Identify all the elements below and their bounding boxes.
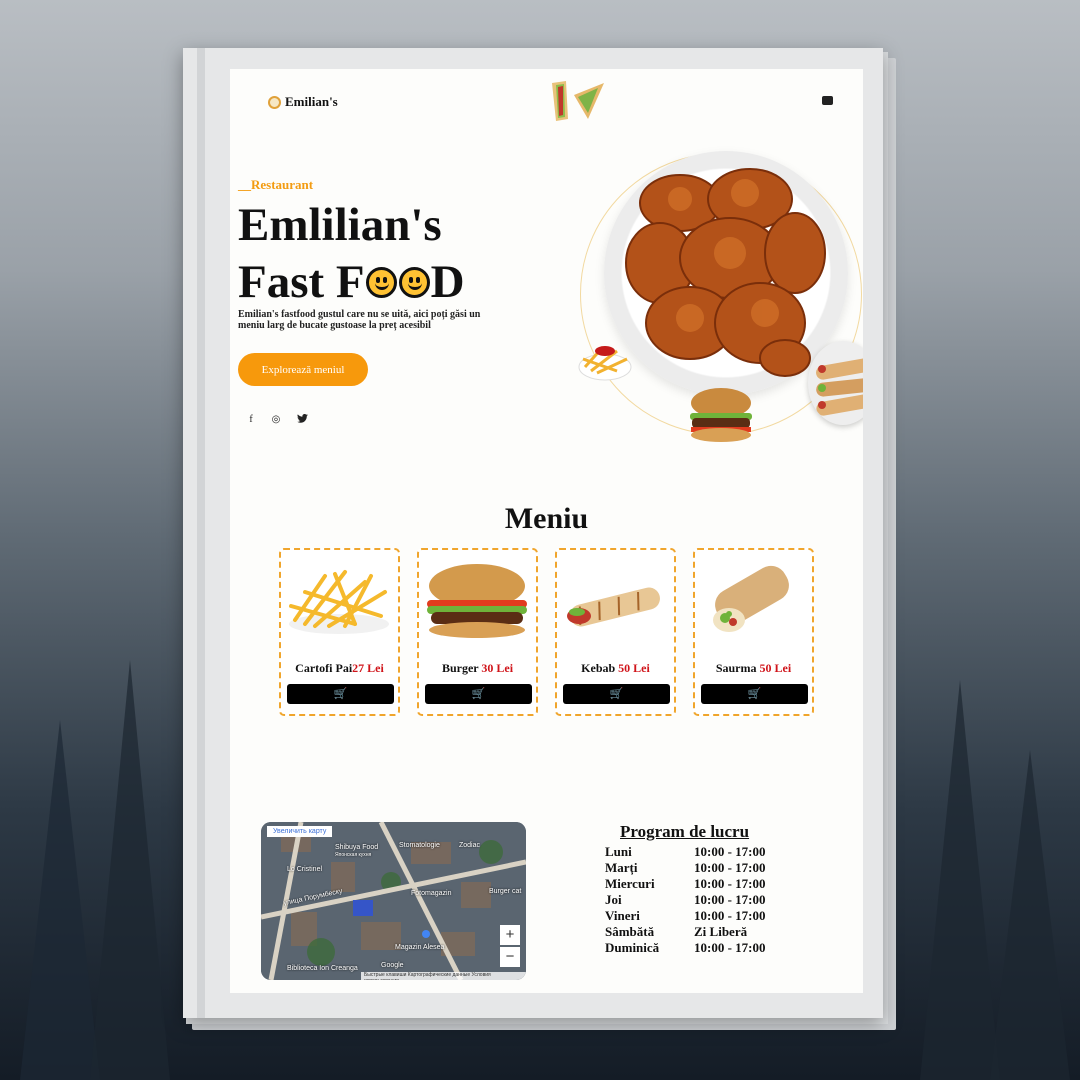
cart-icon[interactable] [822, 96, 833, 105]
burger-image [690, 388, 752, 442]
map-place-label: Zodiac [459, 842, 481, 849]
enlarge-map-link[interactable]: Увеличить карту [267, 826, 333, 837]
menu-item-name: Burger [441, 661, 482, 675]
menu-item-label: Saurma 50 Lei [695, 661, 812, 676]
schedule-hours: 10:00 - 17:00 [694, 844, 766, 859]
fries-cup-image [578, 345, 632, 381]
add-to-cart-button[interactable]: 🛒 [563, 684, 670, 704]
explore-menu-button[interactable]: Explorează meniul [238, 353, 368, 386]
book-spine [197, 48, 205, 1018]
menu-item-price: 50 Lei [759, 661, 792, 675]
map-place-label: Shibuya Food [335, 844, 379, 851]
schedule-day: Luni [605, 844, 632, 859]
schedule-day: Duminică [605, 940, 660, 955]
map-zoom-in-button[interactable]: + [500, 925, 520, 945]
schedule-row: Luni 10:00 - 17:00 [605, 844, 766, 860]
menu-item-label: Cartofi Pai27 Lei [281, 661, 398, 676]
wrap-plate-image [808, 341, 863, 425]
map-place-label: Stomatologie [399, 842, 440, 849]
hero-description: Emilian's fastfood gustul care nu se uit… [238, 309, 481, 331]
brand-logo[interactable]: Emilian's [268, 94, 338, 110]
schedule-row: Sâmbătă Zi Liberă [605, 924, 766, 940]
menu-card-cartofi-pai: Cartofi Pai27 Lei 🛒 [279, 548, 400, 716]
smiley-o-icon [398, 267, 430, 298]
schedule-row: Miercuri 10:00 - 17:00 [605, 876, 766, 892]
schedule-day: Vineri [605, 908, 640, 923]
menu-card-kebab: Kebab 50 Lei 🛒 [555, 548, 676, 716]
menu-item-price: 50 Lei [618, 661, 650, 675]
menu-item-name: Saurma [715, 661, 760, 675]
menu-item-price: 27 Lei [352, 661, 384, 675]
add-cart-icon: 🛒 [333, 688, 348, 700]
hero-title-line2: Fast F D [238, 256, 465, 308]
schedule-day: Miercuri [605, 876, 655, 891]
background-tree [990, 750, 1070, 1080]
menu-title: Meniu [504, 502, 589, 535]
add-cart-icon: 🛒 [609, 688, 624, 700]
add-cart-icon: 🛒 [471, 688, 486, 700]
add-to-cart-button[interactable]: 🛒 [287, 684, 394, 704]
map-zoom-out-button[interactable]: − [500, 947, 520, 967]
schedule-hours: 10:00 - 17:00 [694, 860, 766, 875]
map-place-label: Biblioteca Ion Creanga [287, 965, 358, 972]
hero-title: Emlilian's Fast F D [238, 197, 558, 311]
schedule-day: Marți [605, 860, 638, 875]
schedule-row: Joi 10:00 - 17:00 [605, 892, 766, 908]
background-tree [20, 720, 100, 1080]
facebook-icon[interactable]: f [244, 414, 258, 425]
schedule-hours: 10:00 - 17:00 [694, 940, 766, 955]
twitter-icon[interactable] [295, 413, 309, 425]
schedule-row: Vineri 10:00 - 17:00 [605, 908, 766, 924]
schedule-table: Luni 10:00 - 17:00 Marți 10:00 - 17:00 Mie… [605, 844, 766, 956]
menu-item-label: Burger 30 Lei [419, 661, 536, 676]
shawarma-image [713, 565, 789, 632]
menu-item-price: 30 Lei [481, 661, 514, 675]
website-page: Emilian's __Restaurant Emlilian's Fast F… [230, 69, 863, 993]
schedule-row: Marți 10:00 - 17:00 [605, 860, 766, 876]
hero-eyebrow: __Restaurant [238, 177, 314, 192]
schedule-hours: 10:00 - 17:00 [694, 908, 766, 923]
schedule-row: Duminică 10:00 - 17:00 [605, 940, 766, 956]
menu-item-name: Kebab [581, 661, 619, 675]
add-to-cart-button[interactable]: 🛒 [701, 684, 808, 704]
add-to-cart-button[interactable]: 🛒 [425, 684, 532, 704]
map-place-label: Google [381, 962, 404, 969]
brand-name: Emilian's [285, 94, 338, 109]
map-place-label: Fotomagazin [411, 890, 452, 897]
background-tree [920, 680, 1000, 1080]
add-cart-icon: 🛒 [747, 688, 762, 700]
schedule-day: Joi [605, 892, 622, 907]
instagram-icon[interactable]: ◎ [269, 414, 283, 425]
schedule-title: Program de lucru [620, 822, 750, 841]
fries-image [289, 570, 389, 634]
map-place-label: Lo Cristinel [287, 866, 323, 873]
hero-title-line2-start: Fast F [238, 256, 365, 308]
hero-title-line2-end: D [430, 256, 465, 308]
map-place-label: Японская кухня [335, 852, 372, 858]
fried-chicken-image [625, 168, 826, 377]
schedule-hours: Zi Liberă [694, 924, 748, 939]
schedule-day: Sâmbătă [605, 924, 655, 939]
menu-card-burger: Burger 30 Lei 🛒 [417, 548, 538, 716]
logo-icon [268, 95, 281, 109]
map-attribution[interactable]: Быстрые клавиши Картографические данные … [361, 972, 526, 980]
google-map[interactable]: Увеличить карту Shibuya Food Японская ку… [261, 822, 526, 980]
map-place-label: Magazin Alesea [395, 944, 445, 951]
burger-image [427, 564, 527, 638]
sandwich-logo-icon [552, 81, 604, 121]
hero-title-line1: Emlilian's [238, 199, 442, 251]
schedule-hours: 10:00 - 17:00 [694, 892, 766, 907]
menu-item-label: Kebab 50 Lei [557, 661, 674, 676]
menu-item-name: Cartofi Pai [295, 661, 353, 675]
kebab-image [567, 587, 660, 627]
menu-card-saurma: Saurma 50 Lei 🛒 [693, 548, 814, 716]
schedule-hours: 10:00 - 17:00 [694, 876, 766, 891]
smiley-o-icon [365, 267, 397, 298]
map-place-label: Burger cat [489, 888, 522, 895]
background-tree [90, 660, 170, 1080]
